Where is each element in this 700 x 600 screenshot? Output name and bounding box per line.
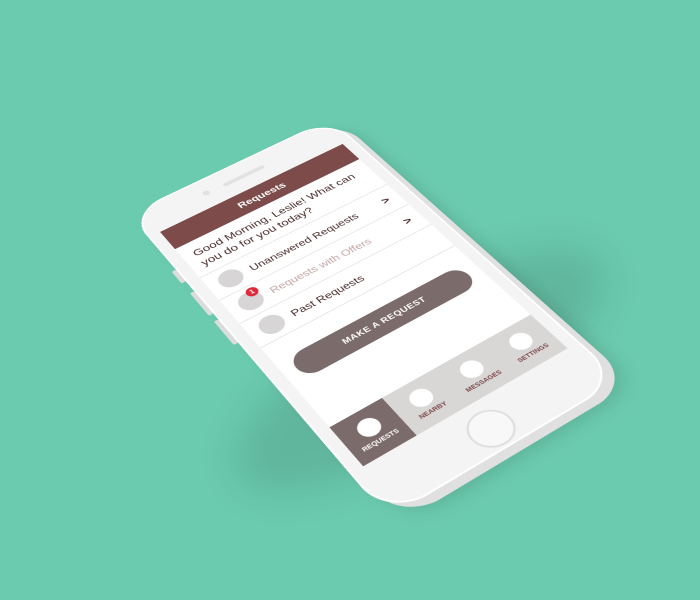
volume-down-button	[213, 319, 239, 346]
notification-badge: 1	[243, 285, 261, 299]
mute-switch	[171, 269, 186, 284]
unanswered-requests-icon	[213, 265, 249, 291]
front-camera	[201, 189, 212, 197]
volume-up-button	[189, 291, 214, 316]
phone: Requests Good Morning, Leslie! What can …	[128, 118, 622, 519]
scene: Requests Good Morning, Leslie! What can …	[0, 0, 700, 600]
requests-with-offers-icon: 1	[233, 285, 269, 314]
home-button[interactable]	[456, 402, 526, 456]
past-requests-icon	[253, 310, 290, 338]
